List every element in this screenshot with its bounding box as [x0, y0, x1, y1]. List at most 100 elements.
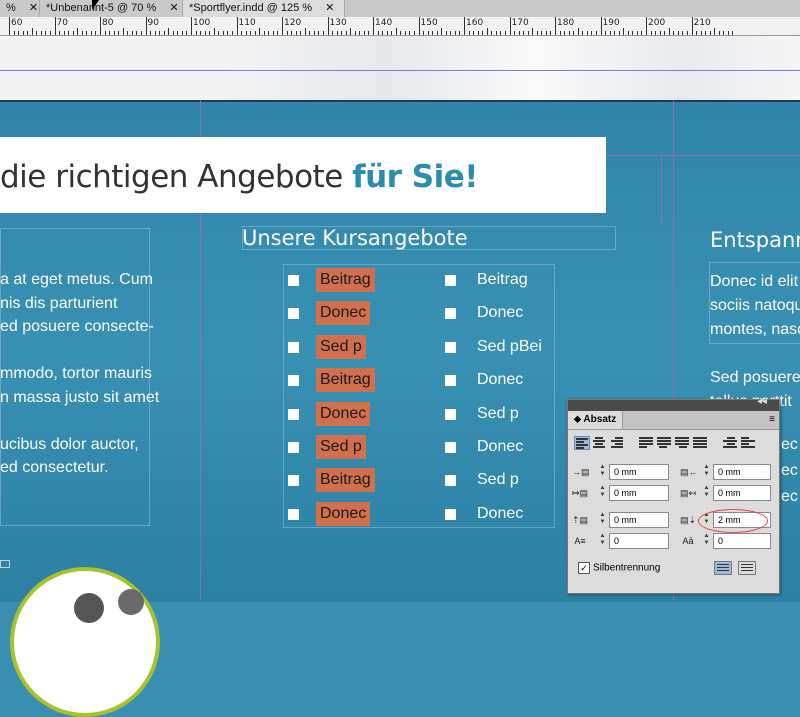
- list-item-label: Beitrag: [316, 268, 375, 292]
- ruler-tick: [90, 31, 92, 35]
- ruler-tick: [454, 31, 456, 35]
- ruler-tick: [150, 31, 152, 35]
- paragraph-panel[interactable]: ◂◂ ✕ ⬥ Absatz ≡ →▤ ▲ ▼ 0 mm ▤← ▲ ▼ 0 mm ↦▤…: [567, 396, 780, 594]
- grid-align-baseline-button[interactable]: [738, 561, 756, 575]
- checkbox-icon: [288, 441, 299, 453]
- grid-align-none-button[interactable]: [714, 561, 732, 575]
- checkbox-icon: [288, 275, 299, 286]
- align-center-button[interactable]: [592, 436, 608, 450]
- ruler-tick: [573, 31, 575, 35]
- dropcap-lines-field[interactable]: 0: [609, 533, 669, 549]
- tab-absatz[interactable]: ⬥ Absatz: [568, 411, 624, 429]
- checkbox-icon: [288, 508, 299, 520]
- checkbox-icon: [288, 475, 299, 487]
- partial-line: ec: [781, 436, 798, 453]
- ruler-tick: [555, 17, 556, 35]
- text-line: n massa justo sit amet: [0, 388, 160, 406]
- ruler-tick: [59, 31, 61, 35]
- ruler-tick: [418, 17, 420, 35]
- spinner[interactable]: ▲ ▼: [702, 485, 711, 501]
- text-line: Donec id elit: [710, 273, 799, 290]
- panel-titlebar[interactable]: ◂◂ ✕: [568, 396, 779, 411]
- dropcap-chars-field[interactable]: 0: [713, 533, 771, 549]
- photo-circle[interactable]: [10, 567, 160, 717]
- ruler-tick: [40, 31, 42, 35]
- ruler-tick: [268, 31, 270, 35]
- ruler-tick: [373, 17, 374, 35]
- left-indent-field[interactable]: 0 mm: [609, 464, 669, 480]
- align-away-from-spine-button[interactable]: [740, 436, 756, 450]
- text-line: mmodo, tortor mauris: [0, 365, 153, 382]
- person-image: [74, 593, 104, 623]
- spinner[interactable]: ▲ ▼: [702, 533, 711, 549]
- hyphenation-checkbox[interactable]: ✓: [578, 562, 590, 574]
- annotation-highlight-ring: [698, 509, 768, 533]
- spinner[interactable]: ▲ ▼: [598, 464, 607, 480]
- justify-right-button[interactable]: [674, 436, 690, 450]
- ruler-label: 110: [238, 18, 256, 28]
- ruler-tick: [518, 31, 520, 35]
- hyphenation-option[interactable]: ✓ Silbentrennung: [578, 562, 660, 574]
- ruler-tick: [450, 31, 452, 35]
- margin-guide: [661, 155, 662, 225]
- justify-all-button[interactable]: [692, 436, 708, 450]
- list-item-label: Beitrag: [316, 368, 375, 393]
- ruler-tick: [495, 31, 497, 35]
- document-tab-bar: % ✕ *Unbenannt-5 @ 70 % ✕ *Sportflyer.in…: [0, 0, 800, 18]
- ruler-tick: [122, 28, 124, 35]
- tab-unbenannt-5[interactable]: *Unbenannt-5 @ 70 % ✕: [40, 0, 183, 17]
- ruler-tick: [641, 31, 643, 35]
- tab-sportflyer[interactable]: *Sportflyer.indd @ 125 % ✕: [183, 0, 345, 17]
- ruler-tick: [332, 31, 334, 35]
- ruler-tick: [200, 31, 202, 35]
- list-item-label: Donec: [316, 401, 371, 426]
- ruler-label: 200: [648, 18, 666, 28]
- close-icon[interactable]: ✕: [29, 2, 38, 14]
- spinner[interactable]: ▲ ▼: [702, 464, 711, 480]
- first-line-indent-field[interactable]: 0 mm: [609, 485, 669, 501]
- headline-highlight: für Sie!: [352, 159, 478, 195]
- spinner[interactable]: ▲ ▼: [598, 512, 607, 528]
- ruler-tick: [213, 28, 215, 35]
- ruler-label: 190: [602, 18, 620, 28]
- close-icon[interactable]: ✕: [759, 396, 767, 407]
- align-towards-spine-button[interactable]: [722, 436, 738, 450]
- ruler-tick: [514, 31, 516, 35]
- ruler-label: 80: [102, 18, 114, 28]
- ruler-tick: [632, 31, 634, 35]
- ruler-tick: [586, 31, 588, 35]
- ruler-tick: [382, 31, 384, 35]
- panel-menu-icon[interactable]: ≡: [769, 414, 775, 425]
- justify-center-button[interactable]: [656, 436, 672, 450]
- ruler-tick: [304, 28, 306, 35]
- ruler-label: 70: [56, 18, 68, 28]
- close-icon[interactable]: ✕: [169, 2, 178, 14]
- right-indent-field[interactable]: 0 mm: [713, 464, 771, 480]
- checkbox-icon: [445, 275, 456, 286]
- ruler-tick: [181, 31, 183, 35]
- ruler-tick: [49, 31, 51, 35]
- align-left-button[interactable]: [574, 436, 590, 450]
- ruler-tick: [22, 31, 24, 35]
- horizontal-ruler[interactable]: 60 70 80 90 100 110 120 130 140 150 160 170 180 190 20…: [0, 17, 800, 36]
- headline-banner[interactable]: die richtigen Angebote für Sie!: [0, 137, 606, 213]
- ruler-tick: [445, 31, 447, 35]
- text-line: [0, 409, 159, 433]
- list-item-label: Sed pBei: [477, 337, 542, 355]
- tab-previous[interactable]: % ✕: [0, 0, 40, 17]
- align-right-button[interactable]: [610, 436, 626, 450]
- spinner[interactable]: ▲ ▼: [598, 485, 607, 501]
- text-line: nis dis parturient: [0, 294, 118, 312]
- checkbox-icon: [288, 308, 299, 320]
- last-line-indent-field[interactable]: 0 mm: [713, 485, 771, 501]
- right-indent-icon: ▤←: [680, 467, 698, 477]
- ruler-tick: [664, 31, 666, 35]
- justify-left-button[interactable]: [638, 436, 654, 450]
- ruler-label: 210: [693, 18, 711, 28]
- ruler-tick: [195, 31, 197, 35]
- space-before-field[interactable]: 0 mm: [609, 512, 669, 528]
- list-item-label: Donec: [316, 501, 371, 526]
- close-icon[interactable]: ✕: [325, 2, 334, 14]
- ruler-tick: [577, 28, 579, 35]
- spinner[interactable]: ▲ ▼: [598, 533, 607, 549]
